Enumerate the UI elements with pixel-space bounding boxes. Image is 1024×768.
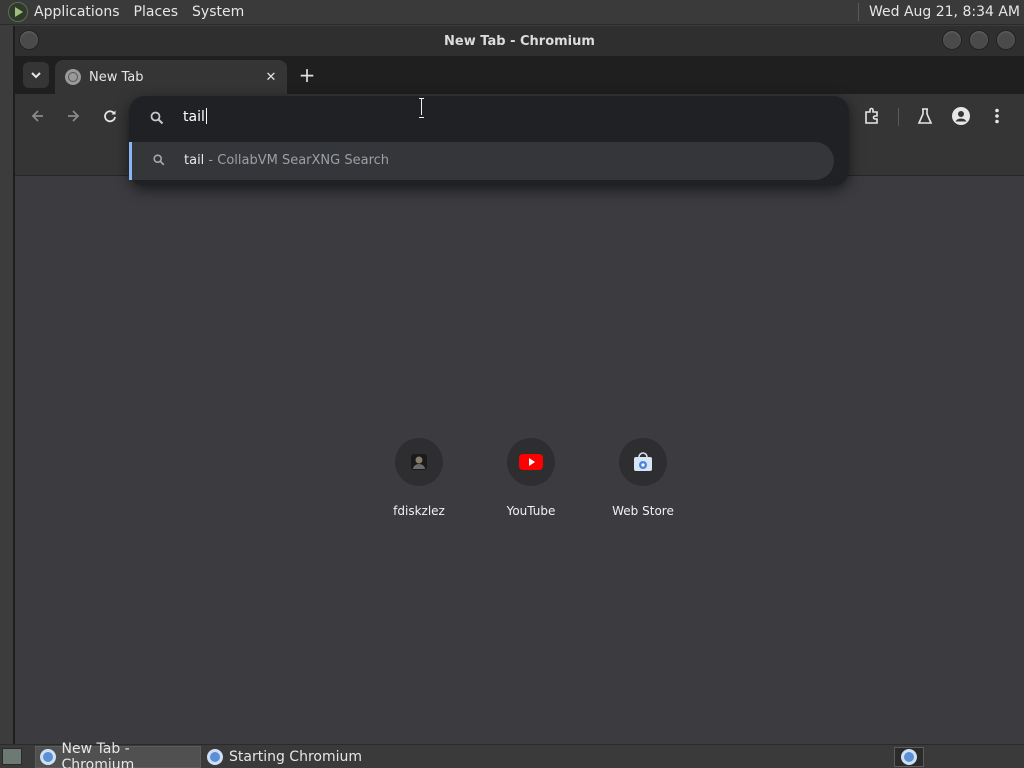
address-input-text: tail [183, 109, 205, 125]
chevron-down-icon [31, 72, 41, 79]
tab-title: New Tab [89, 69, 144, 85]
profile-button[interactable] [949, 104, 973, 128]
tab-new-tab[interactable]: New Tab ✕ [55, 60, 287, 94]
search-icon [150, 111, 164, 125]
tab-strip: New Tab ✕ + [15, 56, 1024, 94]
webstore-icon [634, 452, 652, 471]
omnibox-dropdown: tail tail - CollabVM SearXNG Search [129, 96, 849, 186]
omnibox-suggestion[interactable]: tail - CollabVM SearXNG Search [129, 142, 834, 180]
globe-icon [65, 69, 81, 85]
omnibox-row[interactable]: tail [129, 96, 849, 140]
flask-icon [917, 108, 933, 124]
text-caret [205, 108, 207, 124]
puzzle-icon [865, 107, 878, 124]
search-icon [153, 154, 165, 166]
panel-clock[interactable]: Wed Aug 21, 8:34 AM [869, 4, 1020, 20]
task-new-tab-chromium[interactable]: New Tab - Chromium [35, 741, 201, 768]
text-cursor-icon [419, 98, 425, 118]
more-vertical-icon [995, 108, 999, 124]
shortcut-label: YouTube [506, 504, 556, 518]
chromium-icon [40, 749, 56, 765]
workspace-switcher[interactable] [894, 747, 924, 767]
shortcut-icon-circle [507, 438, 555, 486]
places-menu[interactable]: Places [134, 4, 179, 20]
window-title: New Tab - Chromium [444, 33, 595, 49]
chromium-icon [901, 749, 917, 765]
shortcut-icon-circle [395, 438, 443, 486]
new-tab-page: fdiskzlez YouTube Web Store [15, 176, 1024, 744]
tab-search-button[interactable] [23, 62, 49, 88]
avatar-icon [411, 454, 427, 470]
reload-button[interactable] [98, 104, 122, 128]
shortcut-web-store[interactable]: Web Store [587, 438, 699, 528]
arrow-right-icon [68, 110, 80, 122]
menu-button[interactable] [985, 104, 1009, 128]
shortcut-icon-circle [619, 438, 667, 486]
tab-close-button[interactable]: ✕ [263, 69, 279, 85]
shortcut-youtube[interactable]: YouTube [475, 438, 587, 528]
reload-icon [104, 110, 116, 123]
task-label: Starting Chromium [229, 749, 362, 765]
suggestion-text: tail - CollabVM SearXNG Search [184, 153, 389, 168]
labs-button[interactable] [913, 104, 937, 128]
task-starting-chromium[interactable]: Starting Chromium [203, 746, 371, 768]
shortcut-fdiskzlez[interactable]: fdiskzlez [363, 438, 475, 528]
toolbar-divider [898, 108, 899, 126]
forward-button[interactable] [61, 104, 85, 128]
suggestion-query: tail [184, 153, 205, 168]
shortcut-label: fdiskzlez [393, 504, 445, 518]
distro-logo-icon[interactable] [8, 2, 28, 22]
chromium-icon [207, 749, 223, 765]
panel-tray: Wed Aug 21, 8:34 AM [857, 0, 1024, 24]
youtube-icon [519, 454, 543, 470]
maximize-button[interactable] [969, 30, 989, 50]
bottom-taskbar: New Tab - Chromium Starting Chromium [0, 741, 1024, 768]
minimize-button[interactable] [942, 30, 962, 50]
back-button[interactable] [26, 104, 50, 128]
window-menu-button[interactable] [19, 30, 39, 50]
arrow-left-icon [31, 110, 43, 122]
new-tab-button[interactable]: + [295, 63, 319, 87]
show-desktop-button[interactable] [2, 748, 22, 765]
panel-separator [857, 3, 859, 21]
shortcut-tiles: fdiskzlez YouTube Web Store [375, 438, 675, 528]
close-window-button[interactable] [996, 30, 1016, 50]
shortcut-label: Web Store [612, 504, 674, 518]
top-panel: Applications Places System Wed Aug 21, 8… [0, 0, 1024, 25]
system-menu[interactable]: System [192, 4, 244, 20]
extensions-button[interactable] [860, 104, 884, 128]
applications-menu[interactable]: Applications [34, 4, 120, 20]
address-input[interactable]: tail [183, 108, 207, 125]
window-titlebar[interactable]: New Tab - Chromium [15, 26, 1024, 56]
task-label: New Tab - Chromium [61, 741, 135, 768]
person-icon [952, 107, 970, 125]
suggestion-description: - CollabVM SearXNG Search [204, 153, 390, 168]
